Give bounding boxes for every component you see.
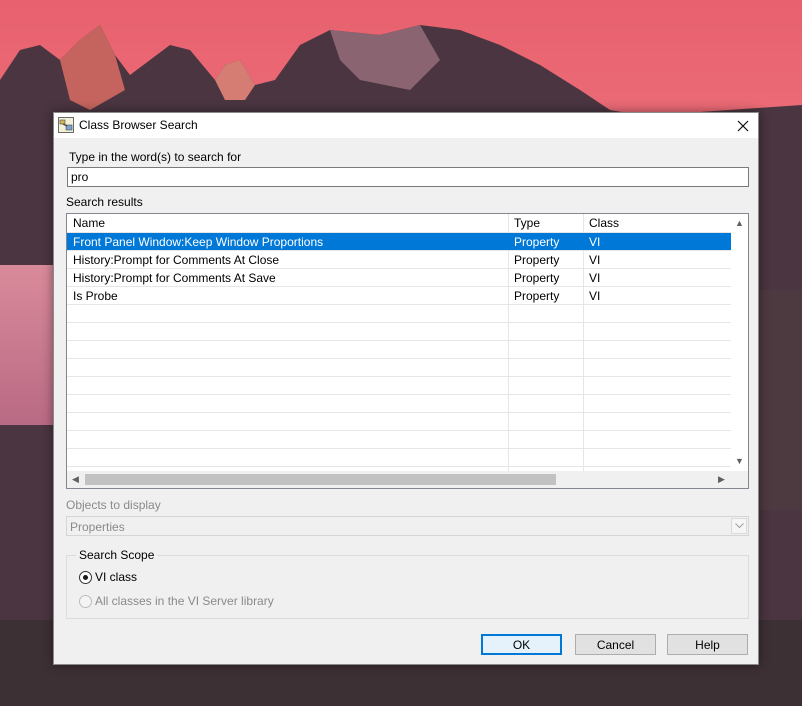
search-scope-group [66, 555, 749, 619]
class-browser-icon [58, 117, 74, 133]
scroll-down-icon[interactable]: ▼ [735, 457, 744, 466]
empty-row [67, 394, 732, 412]
row-name: Is Probe [73, 289, 118, 303]
row-type: Property [514, 253, 560, 267]
dialog-title: Class Browser Search [79, 118, 198, 132]
class-browser-search-dialog: Class Browser Search Type in the word(s)… [53, 112, 759, 665]
search-scope-title: Search Scope [76, 548, 158, 562]
chevron-down-icon[interactable] [731, 518, 747, 534]
empty-row [67, 430, 732, 448]
empty-row [67, 358, 732, 376]
horizontal-scrollbar[interactable]: ◀ ▶ [67, 471, 748, 488]
scroll-left-icon[interactable]: ◀ [72, 475, 79, 484]
row-type: Property [514, 271, 560, 285]
table-row[interactable]: Is Probe Property VI [67, 286, 732, 304]
search-results-table[interactable]: Name Type Class Front Panel Window:Keep … [66, 213, 749, 489]
results-label: Search results [66, 195, 143, 209]
horizontal-scroll-thumb[interactable] [85, 474, 556, 485]
column-header-class[interactable]: Class [589, 216, 619, 230]
table-row[interactable]: History:Prompt for Comments At Save Prop… [67, 268, 732, 286]
column-header-name[interactable]: Name [73, 216, 105, 230]
row-class: VI [589, 253, 601, 267]
search-input[interactable] [67, 167, 749, 187]
ok-button[interactable]: OK [481, 634, 562, 655]
results-grid: Name Type Class Front Panel Window:Keep … [67, 214, 732, 472]
table-row[interactable]: Front Panel Window:Keep Window Proportio… [67, 232, 732, 250]
objects-selected-value: Properties [70, 520, 125, 534]
row-type: Property [514, 289, 560, 303]
row-name: History:Prompt for Comments At Save [73, 271, 276, 285]
row-class: VI [589, 235, 601, 249]
table-row[interactable]: History:Prompt for Comments At Close Pro… [67, 250, 732, 268]
empty-row [67, 304, 732, 322]
radio-vi-class[interactable] [79, 571, 92, 584]
empty-row [67, 412, 732, 430]
objects-label: Objects to display [66, 498, 161, 512]
table-header: Name Type Class [67, 214, 732, 232]
search-label: Type in the word(s) to search for [69, 150, 242, 164]
close-icon[interactable] [728, 113, 758, 138]
help-button[interactable]: Help [667, 634, 748, 655]
title-bar[interactable]: Class Browser Search [54, 113, 758, 138]
row-name: History:Prompt for Comments At Close [73, 253, 280, 267]
empty-row [67, 376, 732, 394]
radio-all-classes-label[interactable]: All classes in the VI Server library [95, 594, 274, 608]
empty-row [67, 322, 732, 340]
row-class: VI [589, 271, 601, 285]
empty-row [67, 448, 732, 466]
objects-to-display-select[interactable]: Properties [66, 516, 749, 536]
radio-all-classes[interactable] [79, 595, 92, 608]
vertical-scrollbar[interactable]: ▲ ▼ [731, 214, 748, 472]
column-header-type[interactable]: Type [514, 216, 540, 230]
radio-vi-class-label[interactable]: VI class [95, 570, 137, 584]
cancel-button[interactable]: Cancel [575, 634, 656, 655]
row-class: VI [589, 289, 601, 303]
empty-row [67, 340, 732, 358]
row-name: Front Panel Window:Keep Window Proportio… [73, 235, 324, 249]
row-type: Property [514, 235, 560, 249]
scroll-right-icon[interactable]: ▶ [718, 475, 725, 484]
scroll-up-icon[interactable]: ▲ [735, 219, 744, 228]
